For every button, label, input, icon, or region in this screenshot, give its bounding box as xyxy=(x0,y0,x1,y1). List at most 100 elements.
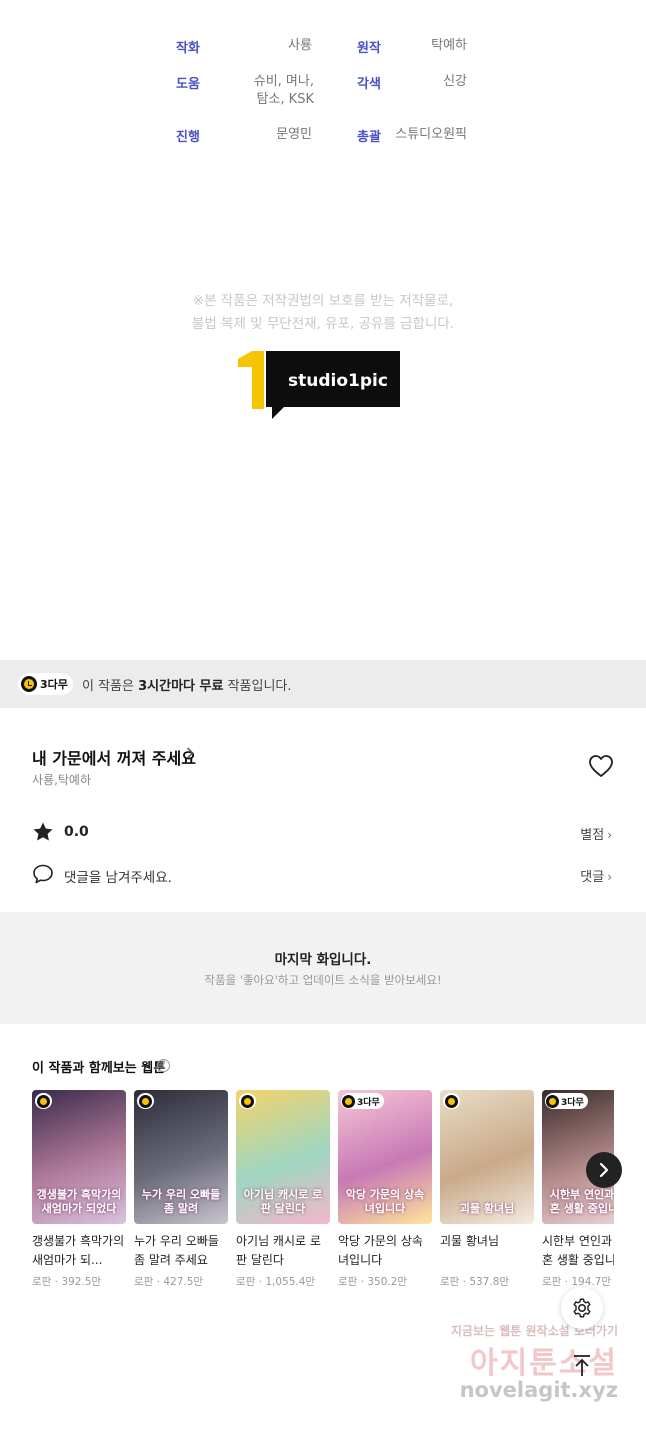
wait-free-badge xyxy=(35,1093,52,1109)
wait-free-badge xyxy=(137,1093,154,1109)
recommendation-views: 350.2만 xyxy=(367,1276,408,1288)
free-info-suffix: 작품입니다. xyxy=(223,679,292,694)
wait-free-badge xyxy=(239,1093,256,1109)
wait-free-badge-label: 3다무 xyxy=(357,1097,380,1108)
credit-label-original: 원작 xyxy=(357,41,381,56)
comment-button[interactable]: 댓글 › xyxy=(580,866,612,885)
page-bottom xyxy=(0,1316,646,1430)
copyright-notice-line2: 불법 복제 및 무단전재, 유포, 공유를 금합니다. xyxy=(191,316,455,332)
recommendation-views: 392.5만 xyxy=(61,1276,102,1288)
free-badge: 3다무 xyxy=(18,673,73,695)
last-episode-subtitle: 작품을 '좋아요'하고 업데이트 소식을 받아보세요! xyxy=(204,973,442,987)
credit-value-art: 사룡 xyxy=(288,38,312,53)
recommendation-card[interactable]: 아기님 캐시로 로판 달린다 아기님 캐시로 로판 달린다 로판 · 1,055.4… xyxy=(236,1090,330,1289)
clock-icon xyxy=(342,1094,355,1108)
series-title-link[interactable]: 내 가문에서 꺼져 주세요 xyxy=(32,745,196,769)
chevron-right-icon xyxy=(599,1162,609,1178)
help-icon[interactable]: ? xyxy=(157,1059,170,1072)
credit-label-director: 총괄 xyxy=(357,130,381,145)
comment-label: 댓글 xyxy=(580,870,605,885)
recommendation-genre: 로판 xyxy=(440,1276,460,1288)
arrow-up-icon xyxy=(574,1355,590,1376)
credit-value-adapt: 신강 xyxy=(443,74,467,89)
chevron-right-icon[interactable] xyxy=(186,746,194,760)
heart-icon[interactable] xyxy=(588,754,614,778)
cover-title-art: 누가 우리 오빠들 좀 말려 xyxy=(141,1188,221,1215)
chevron-right-icon: › xyxy=(607,828,612,842)
credit-label-art: 작화 xyxy=(176,41,200,56)
carousel-next-button[interactable] xyxy=(586,1152,622,1188)
studio1pic-logo: studio1pic xyxy=(238,351,400,419)
studio-logo-text: studio1pic xyxy=(288,371,388,391)
recommendation-card[interactable]: 악당 가문의 상속녀입니다 3다무악당 가문의 상속녀입니다로판 · 350.2만 xyxy=(338,1090,432,1289)
comment-prompt[interactable]: 댓글을 남겨주세요. xyxy=(64,866,172,886)
clock-icon xyxy=(37,1094,50,1108)
wait-free-badge: 3다무 xyxy=(545,1093,588,1109)
recommendation-genre: 로판 xyxy=(542,1276,562,1288)
recommendation-views: 427.5만 xyxy=(163,1276,204,1288)
recommendation-cover[interactable]: 갱생불가 흑막가의 새엄마가 되었다 xyxy=(32,1090,126,1224)
recommendation-genre: 로판 xyxy=(134,1276,154,1288)
wait-free-badge-label: 3다무 xyxy=(561,1097,584,1108)
clock-icon xyxy=(139,1094,152,1108)
scroll-top-button[interactable] xyxy=(561,1345,603,1387)
credit-value-assist-line2: 탐소, KSK xyxy=(256,92,315,107)
recommendation-genre: 로판 xyxy=(32,1276,52,1288)
cover-title-art: 갱생불가 흑막가의 새엄마가 되었다 xyxy=(36,1188,122,1215)
recommendation-card[interactable]: 시한부 연인과 이혼 생활 중입니다 3다무시한부 연인과 이혼 생활 중입니다로… xyxy=(542,1090,614,1289)
recommendations-title: 이 작품과 함께보는 웹툰 xyxy=(32,1061,166,1076)
free-badge-label: 3다무 xyxy=(40,678,68,691)
recommendation-views: 1,055.4만 xyxy=(265,1276,316,1288)
recommendation-meta: 로판 · 350.2만 xyxy=(338,1276,408,1288)
cover-title-art: 악당 가문의 상속녀입니다 xyxy=(345,1188,425,1215)
speech-bubble-icon xyxy=(33,864,53,884)
chevron-right-icon: › xyxy=(607,870,612,884)
recommendation-meta: 로판 · 427.5만 xyxy=(134,1276,204,1288)
wait-free-badge: 3다무 xyxy=(341,1093,384,1109)
recommendation-card[interactable]: 갱생불가 흑막가의 새엄마가 되었다갱생불가 흑막가의 새엄마가 되... 로판 … xyxy=(32,1090,126,1289)
recommendation-title: 갱생불가 흑막가의 새엄마가 되... xyxy=(32,1234,125,1267)
credit-value-assist-line1: 슈비, 며나, xyxy=(253,74,314,89)
rate-button[interactable]: 별점 › xyxy=(580,824,612,843)
recommendation-meta: 로판 · 1,055.4만 xyxy=(236,1276,316,1288)
credits-section: 작화 사룡 원작 탁예하 도움 슈비, 며나, 탐소, KSK 각색 신강 진행… xyxy=(0,0,646,660)
free-info-text: 이 작품은 3시간마다 무료 작품입니다. xyxy=(82,675,292,694)
recommendation-cover[interactable]: 괴물 황녀님 xyxy=(440,1090,534,1224)
credit-value-progress: 문영민 xyxy=(276,127,312,142)
recommendation-title: 괴물 황녀님 xyxy=(440,1234,500,1248)
recommendation-carousel[interactable]: 갱생불가 흑막가의 새엄마가 되었다갱생불가 흑막가의 새엄마가 되... 로판 … xyxy=(32,1090,614,1300)
series-authors: 사룡,탁예하 xyxy=(32,773,92,787)
free-info-bar: 3다무 이 작품은 3시간마다 무료 작품입니다. xyxy=(0,660,646,708)
recommendation-title: 누가 우리 오빠들 좀 말려 주세요 xyxy=(134,1234,219,1267)
recommendation-cover[interactable]: 누가 우리 오빠들 좀 말려 xyxy=(134,1090,228,1224)
recommendation-meta: 로판 · 537.8만 xyxy=(440,1276,510,1288)
credit-value-director: 스튜디오원픽 xyxy=(395,127,467,142)
rating-value: 0.0 xyxy=(64,824,89,840)
cover-title-art: 아기님 캐시로 로판 달린다 xyxy=(243,1188,323,1215)
credit-value-original: 탁예하 xyxy=(431,38,467,53)
rate-label: 별점 xyxy=(580,828,605,843)
recommendation-meta: 로판 · 392.5만 xyxy=(32,1276,102,1288)
recommendation-genre: 로판 xyxy=(338,1276,358,1288)
recommendations-section: 이 작품과 함께보는 웹툰 ? 갱생불가 흑막가의 새엄마가 되었다 갱생불가 흑… xyxy=(0,1024,646,1316)
star-icon xyxy=(33,822,53,841)
credit-label-progress: 진행 xyxy=(176,130,200,145)
last-episode-notice: 마지막 화입니다. 작품을 '좋아요'하고 업데이트 소식을 받아보세요! xyxy=(0,912,646,1024)
clock-icon xyxy=(546,1094,559,1108)
gear-icon xyxy=(573,1298,591,1318)
clock-icon xyxy=(21,676,37,692)
copyright-notice: ※본 작품은 저작권법의 보호를 받는 저작물로, 불법 복제 및 무단전재, … xyxy=(0,290,646,336)
free-info-prefix: 이 작품은 xyxy=(82,679,139,694)
last-episode-title: 마지막 화입니다. xyxy=(274,952,372,968)
recommendation-card[interactable]: 괴물 황녀님 괴물 황녀님 로판 · 537.8만 xyxy=(440,1090,534,1289)
recommendation-card[interactable]: 누가 우리 오빠들 좀 말려누가 우리 오빠들 좀 말려 주세요로판 · 427… xyxy=(134,1090,228,1289)
recommendation-title: 악당 가문의 상속녀입니다 xyxy=(338,1234,423,1267)
wait-free-badge xyxy=(443,1093,460,1109)
recommendation-title: 시한부 연인과 이혼 생활 중입니다 xyxy=(542,1234,614,1267)
recommendation-cover[interactable]: 악당 가문의 상속녀입니다 3다무 xyxy=(338,1090,432,1224)
settings-button[interactable] xyxy=(561,1287,603,1329)
credit-label-assist: 도움 xyxy=(176,77,200,92)
cover-title-art: 시한부 연인과 이혼 생활 중입니다 xyxy=(549,1188,614,1215)
recommendation-cover[interactable]: 아기님 캐시로 로판 달린다 xyxy=(236,1090,330,1224)
free-info-bold: 3시간마다 무료 xyxy=(138,679,224,694)
